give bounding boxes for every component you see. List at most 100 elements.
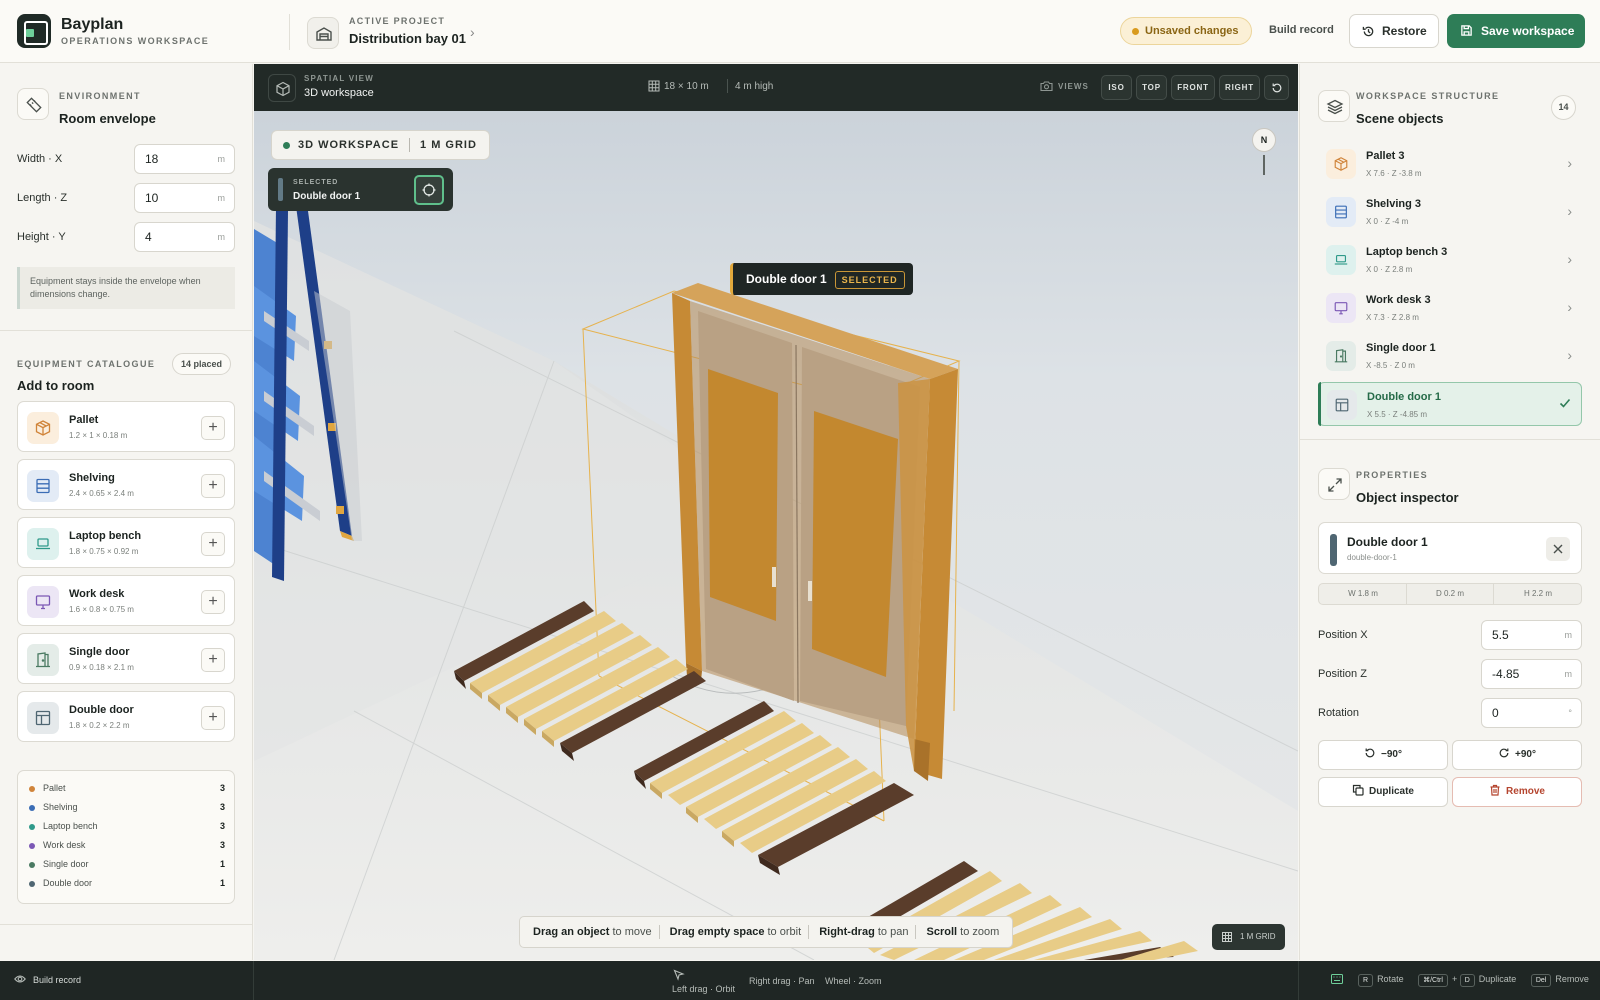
- catalogue-item[interactable]: Work desk 1.6 × 0.8 × 0.75 m +: [17, 575, 235, 626]
- add-item-button[interactable]: +: [201, 706, 225, 730]
- brand-name: Bayplan: [61, 16, 124, 33]
- bayplan-logo: [17, 14, 51, 48]
- view-right-button[interactable]: RIGHT: [1219, 75, 1260, 100]
- double-door-icon: [35, 710, 51, 726]
- warehouse-icon[interactable]: [307, 17, 339, 49]
- equipment-counts: Pallet 3 Shelving 3 Laptop bench 3 Work desk 3 S…: [17, 770, 235, 904]
- count-row: Laptop bench 3: [29, 821, 225, 835]
- unsaved-changes-badge: Unsaved changes: [1120, 17, 1252, 45]
- width-input[interactable]: 18 m: [134, 144, 235, 174]
- reset-view-button[interactable]: [1264, 75, 1289, 100]
- length-unit: m: [217, 193, 226, 203]
- chevron-right-icon: ›: [1567, 251, 1572, 267]
- build-record-link[interactable]: Build record: [1269, 24, 1334, 36]
- position-z-input[interactable]: -4.85 m: [1481, 659, 1582, 689]
- view-top-button[interactable]: TOP: [1136, 75, 1167, 100]
- height-label: Height · Y: [17, 231, 66, 243]
- rotation-input[interactable]: 0 °: [1481, 698, 1582, 728]
- length-input[interactable]: 10 m: [134, 183, 235, 213]
- restore-button[interactable]: Restore: [1349, 14, 1439, 48]
- save-workspace-button[interactable]: Save workspace: [1447, 14, 1585, 48]
- 3d-viewport[interactable]: SPATIAL VIEW 3D workspace 18 × 10 m 4 m …: [254, 64, 1298, 960]
- restore-label: Restore: [1382, 24, 1427, 38]
- chevron-right-icon[interactable]: ›: [470, 24, 475, 40]
- catalogue-item-name: Pallet: [69, 414, 99, 426]
- remove-button[interactable]: Remove: [1452, 777, 1582, 807]
- scene-object-row[interactable]: Double door 1 X 5.5 · Z -4.85 m: [1318, 382, 1582, 426]
- inspected-object-card: Double door 1 double-door-1: [1318, 522, 1582, 574]
- mode-label: 3D WORKSPACE: [298, 139, 400, 151]
- add-item-button[interactable]: +: [201, 416, 225, 440]
- catalogue-item[interactable]: Laptop bench 1.8 × 0.75 × 0.92 m +: [17, 517, 235, 568]
- footer-build-label: Build record: [33, 975, 82, 985]
- environment-title: Room envelope: [59, 111, 156, 126]
- laptop-icon: [1334, 254, 1348, 265]
- layers-icon: [1318, 90, 1350, 122]
- scene-object-row[interactable]: Pallet 3 X 7.6 · Z -3.8 m ›: [1318, 142, 1582, 186]
- views-label-text: VIEWS: [1058, 82, 1089, 91]
- chevron-right-icon: ›: [1567, 299, 1572, 315]
- add-item-button[interactable]: +: [201, 474, 225, 498]
- dim-height: H 2.2 m: [1523, 589, 1552, 598]
- catalogue-item-dims: 1.8 × 0.75 × 0.92 m: [69, 547, 139, 556]
- duplicate-button[interactable]: Duplicate: [1318, 777, 1448, 807]
- scene-object-row[interactable]: Work desk 3 X 7.3 · Z 2.8 m ›: [1318, 286, 1582, 330]
- modifier-key: ⌘/Ctrl: [1418, 974, 1448, 987]
- catalogue-item[interactable]: Shelving 2.4 × 0.65 × 2.4 m +: [17, 459, 235, 510]
- selected-object-card: SELECTED Double door 1: [268, 168, 453, 211]
- compass-needle: [1263, 155, 1265, 175]
- scene-object-row[interactable]: Shelving 3 X 0 · Z -4 m ›: [1318, 190, 1582, 234]
- project-name[interactable]: Distribution bay 01: [349, 31, 466, 46]
- view-iso-button[interactable]: ISO: [1101, 75, 1132, 100]
- hint-key: Right-drag: [819, 926, 875, 938]
- count-color-dot: [29, 862, 35, 868]
- scene-object-position: X 7.6 · Z -3.8 m: [1366, 169, 1422, 178]
- duplicate-label: Duplicate: [1368, 786, 1414, 797]
- scene-canvas[interactable]: [254, 111, 1298, 960]
- footer-divider: [253, 961, 254, 1000]
- focus-target-button[interactable]: [414, 175, 444, 205]
- add-item-button[interactable]: +: [201, 532, 225, 556]
- position-x-input[interactable]: 5.5 m: [1481, 620, 1582, 650]
- wheel-hint: Wheel · Zoom: [825, 976, 882, 986]
- footer-build-record[interactable]: Build record: [14, 975, 81, 985]
- scene-object-icon: [1326, 197, 1356, 227]
- catalogue-item[interactable]: Double door 1.8 × 0.2 × 2.2 m +: [17, 691, 235, 742]
- add-item-button[interactable]: +: [201, 648, 225, 672]
- views-label: VIEWS: [1040, 81, 1089, 92]
- rotate-right-button[interactable]: +90°: [1452, 740, 1582, 770]
- catalogue-item[interactable]: Pallet 1.2 × 1 × 0.18 m +: [17, 401, 235, 452]
- rotate-left-button[interactable]: −90°: [1318, 740, 1448, 770]
- count-row: Work desk 3: [29, 840, 225, 854]
- view-front-button[interactable]: FRONT: [1171, 75, 1215, 100]
- count-value: 3: [219, 840, 225, 850]
- grid-toggle[interactable]: 1 M GRID: [1212, 924, 1285, 950]
- position-x-label: Position X: [1318, 629, 1368, 641]
- dim-width: W 1.8 m: [1348, 589, 1378, 598]
- shelf-icon: [36, 478, 50, 494]
- catalogue-item-icon: [27, 470, 59, 502]
- selected-accent: [1318, 382, 1321, 426]
- add-item-button[interactable]: +: [201, 590, 225, 614]
- count-label: Pallet: [43, 783, 66, 793]
- reset-icon: [1272, 83, 1282, 93]
- catalogue-item-name: Laptop bench: [69, 530, 142, 542]
- deselect-button[interactable]: [1546, 537, 1570, 561]
- count-label: Work desk: [43, 840, 86, 850]
- properties-kicker: PROPERTIES: [1356, 470, 1429, 480]
- grid-badge-label: 1 M GRID: [1240, 932, 1276, 941]
- catalogue-item[interactable]: Single door 0.9 × 0.18 × 2.1 m +: [17, 633, 235, 684]
- width-label: Width · X: [17, 153, 63, 165]
- scene-object-row[interactable]: Laptop bench 3 X 0 · Z 2.8 m ›: [1318, 238, 1582, 282]
- scene-object-row[interactable]: Single door 1 X -8.5 · Z 0 m ›: [1318, 334, 1582, 378]
- section-divider: [0, 924, 253, 925]
- height-input[interactable]: 4m: [134, 222, 235, 252]
- length-value: 10: [145, 191, 159, 205]
- camera-icon: [1040, 81, 1053, 92]
- scene-object-position: X 0 · Z 2.8 m: [1366, 265, 1413, 274]
- scene-object-position: X -8.5 · Z 0 m: [1366, 361, 1415, 370]
- keyboard-icon: [1331, 974, 1343, 984]
- count-color-dot: [29, 824, 35, 830]
- hint-text: to zoom: [960, 926, 1000, 938]
- status-bar: Build record Left drag · Orbit Right dra…: [0, 961, 1600, 1000]
